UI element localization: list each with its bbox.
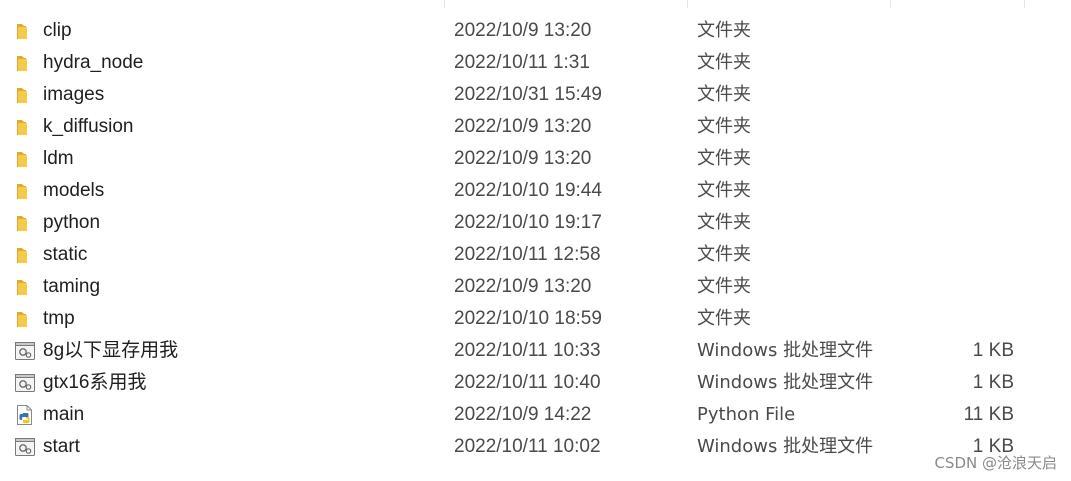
file-name: python [43, 212, 101, 233]
file-name: tmp [43, 308, 75, 329]
file-name: main [43, 404, 85, 425]
file-date: 2022/10/11 12:58 [454, 244, 601, 265]
folder-icon [14, 180, 36, 202]
file-type: 文件夹 [697, 212, 751, 233]
file-type: Windows 批处理文件 [697, 436, 874, 457]
file-date: 2022/10/11 10:40 [454, 372, 601, 393]
file-type: 文件夹 [697, 148, 751, 169]
folder-icon [14, 52, 36, 74]
file-type: Windows 批处理文件 [697, 340, 874, 361]
file-type: 文件夹 [697, 276, 751, 297]
file-date: 2022/10/10 19:44 [454, 180, 602, 201]
file-date: 2022/10/9 13:20 [454, 116, 592, 137]
column-divider[interactable] [687, 0, 688, 8]
file-date: 2022/10/9 14:22 [454, 404, 592, 425]
file-type: Python File [697, 404, 796, 425]
file-date: 2022/10/9 13:20 [454, 20, 592, 41]
folder-icon [14, 276, 36, 298]
file-type: 文件夹 [697, 308, 751, 329]
file-size: 1 KB [972, 372, 1014, 393]
file-date: 2022/10/11 10:33 [454, 340, 601, 361]
file-row[interactable]: taming 2022/10/9 13:20 文件夹 [0, 271, 1071, 303]
file-date: 2022/10/11 1:31 [454, 52, 590, 73]
file-name: start [43, 436, 80, 457]
file-row[interactable]: tmp 2022/10/10 18:59 文件夹 [0, 303, 1071, 335]
file-type: 文件夹 [697, 244, 751, 265]
folder-icon [14, 212, 36, 234]
file-type: 文件夹 [697, 52, 751, 73]
batch-file-icon [14, 340, 36, 362]
batch-file-icon [14, 372, 36, 394]
file-name: static [43, 244, 88, 265]
file-row[interactable]: models 2022/10/10 19:44 文件夹 [0, 175, 1071, 207]
file-row[interactable]: gtx16系用我 2022/10/11 10:40 Windows 批处理文件 … [0, 367, 1071, 399]
file-row[interactable]: 8g以下显存用我 2022/10/11 10:33 Windows 批处理文件 … [0, 335, 1071, 367]
column-divider[interactable] [444, 0, 445, 8]
file-date: 2022/10/9 13:20 [454, 276, 592, 297]
file-date: 2022/10/31 15:49 [454, 84, 602, 105]
file-name: gtx16系用我 [43, 372, 147, 393]
file-size: 1 KB [972, 340, 1014, 361]
folder-icon [14, 116, 36, 138]
file-name: images [43, 84, 105, 105]
file-list: clip 2022/10/9 13:20 文件夹 hydra_node 2022… [0, 0, 1071, 463]
file-name: hydra_node [43, 52, 144, 73]
file-name: models [43, 180, 105, 201]
file-row[interactable]: main 2022/10/9 14:22 Python File 11 KB [0, 399, 1071, 431]
file-date: 2022/10/10 18:59 [454, 308, 602, 329]
file-name: 8g以下显存用我 [43, 340, 179, 361]
file-row[interactable]: images 2022/10/31 15:49 文件夹 [0, 79, 1071, 111]
file-row[interactable]: start 2022/10/11 10:02 Windows 批处理文件 1 K… [0, 431, 1071, 463]
folder-icon [14, 244, 36, 266]
file-size: 11 KB [963, 404, 1014, 425]
python-file-icon [14, 404, 36, 426]
file-row[interactable]: ldm 2022/10/9 13:20 文件夹 [0, 143, 1071, 175]
file-row[interactable]: k_diffusion 2022/10/9 13:20 文件夹 [0, 111, 1071, 143]
folder-icon [14, 84, 36, 106]
file-type: 文件夹 [697, 116, 751, 137]
file-type: Windows 批处理文件 [697, 372, 874, 393]
file-row[interactable]: hydra_node 2022/10/11 1:31 文件夹 [0, 47, 1071, 79]
file-row[interactable]: python 2022/10/10 19:17 文件夹 [0, 207, 1071, 239]
column-divider[interactable] [890, 0, 891, 8]
file-date: 2022/10/10 19:17 [454, 212, 602, 233]
folder-icon [14, 20, 36, 42]
file-row[interactable]: static 2022/10/11 12:58 文件夹 [0, 239, 1071, 271]
batch-file-icon [14, 436, 36, 458]
file-name: k_diffusion [43, 116, 134, 137]
file-type: 文件夹 [697, 180, 751, 201]
folder-icon [14, 308, 36, 330]
folder-icon [14, 148, 36, 170]
file-type: 文件夹 [697, 84, 751, 105]
column-divider[interactable] [1024, 0, 1025, 8]
file-name: taming [43, 276, 101, 297]
file-row[interactable]: clip 2022/10/9 13:20 文件夹 [0, 15, 1071, 47]
file-name: clip [43, 20, 72, 41]
watermark: CSDN @沧浪天启 [934, 454, 1057, 472]
file-date: 2022/10/9 13:20 [454, 148, 592, 169]
file-name: ldm [43, 148, 74, 169]
file-type: 文件夹 [697, 20, 751, 41]
file-date: 2022/10/11 10:02 [454, 436, 601, 457]
